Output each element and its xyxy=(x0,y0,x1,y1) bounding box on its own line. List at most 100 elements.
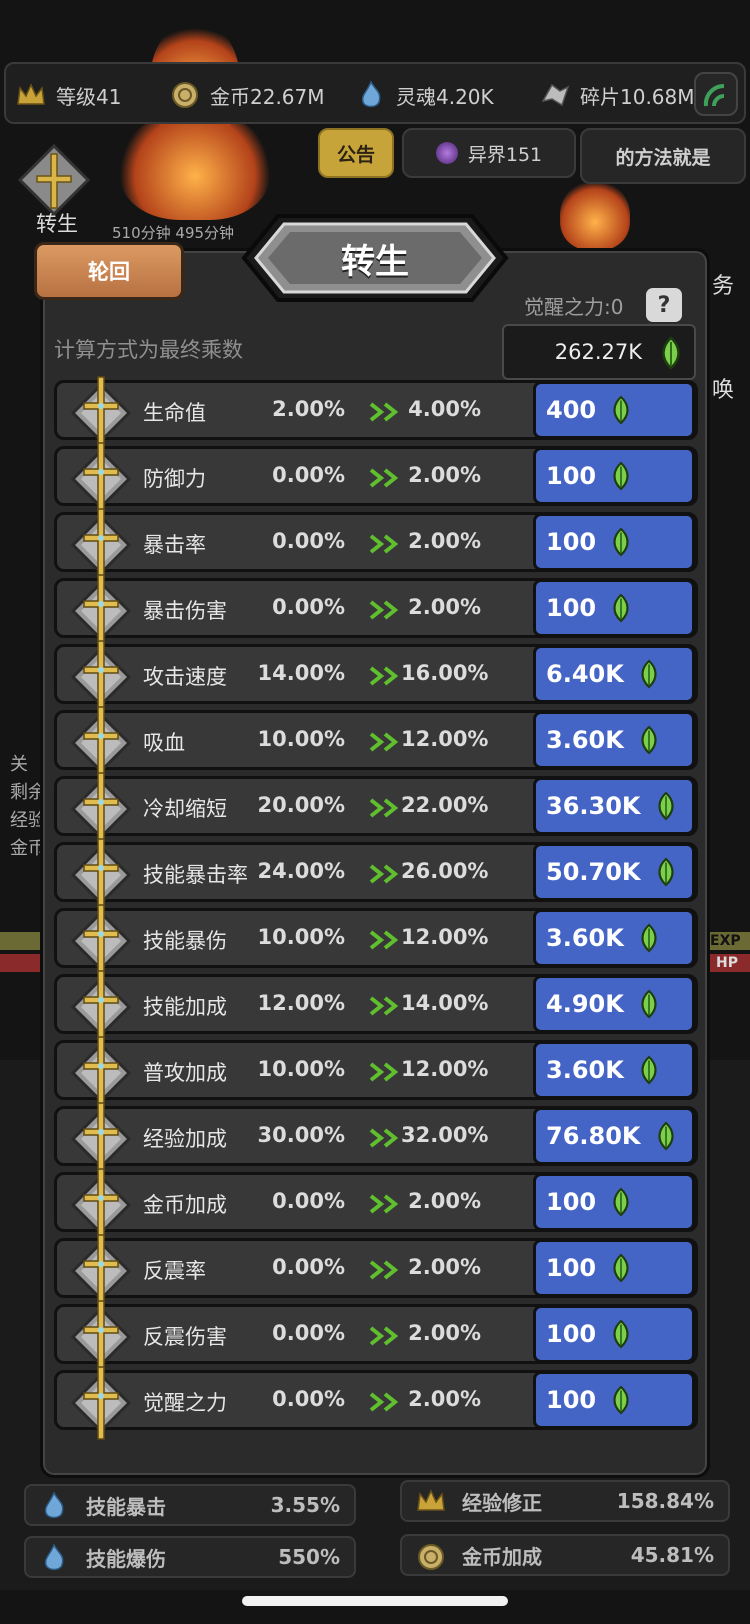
upgrade-cost: 3.60K xyxy=(546,924,624,952)
bottom-stat-label: 金币加成 xyxy=(462,1544,542,1569)
green-leaf-gem-icon xyxy=(602,460,634,492)
upgrade-buy-button[interactable]: 3.60K xyxy=(533,711,695,769)
upgrade-current-value: 0.00% xyxy=(272,1321,345,1345)
method-button[interactable]: 的方法就是 xyxy=(580,128,746,184)
upgrade-row: 技能暴伤 10.00% 12.00% 3.60K xyxy=(54,904,698,978)
upgrade-buy-button[interactable]: 100 xyxy=(533,1239,695,1297)
upgrade-buy-button[interactable]: 50.70K xyxy=(533,843,695,901)
double-chevron-right-icon xyxy=(369,1391,403,1413)
total-currency: 262.27K xyxy=(502,324,696,380)
coin-icon xyxy=(168,78,202,112)
notice-label: 公告 xyxy=(336,143,375,166)
upgrade-buy-button[interactable]: 36.30K xyxy=(533,777,695,835)
upgrade-name: 攻击速度 xyxy=(143,665,227,689)
cross-emblem-icon xyxy=(63,1299,139,1375)
upgrade-buy-button[interactable]: 100 xyxy=(533,447,695,505)
bottom-stat-exp-correction: 经验修正 158.84% xyxy=(400,1480,730,1522)
upgrade-next-value: 2.00% xyxy=(408,1321,481,1345)
otherworld-label: 异界151 xyxy=(467,143,543,166)
green-leaf-gem-icon xyxy=(647,790,679,822)
modal-title: 转生 xyxy=(341,241,409,282)
upgrade-buy-button[interactable]: 400 xyxy=(533,381,695,439)
upgrade-next-value: 2.00% xyxy=(408,595,481,619)
tab-samsara[interactable]: 轮回 xyxy=(34,242,184,300)
upgrade-name: 反震率 xyxy=(143,1259,206,1283)
info-fragment: 关 xyxy=(10,754,28,775)
upgrade-row: 金币加成 0.00% 2.00% 100 xyxy=(54,1168,698,1242)
upgrade-cost: 100 xyxy=(546,1386,597,1414)
tab-samsara-label: 轮回 xyxy=(88,260,130,284)
upgrade-row: 吸血 10.00% 12.00% 3.60K xyxy=(54,706,698,780)
upgrade-current-value: 0.00% xyxy=(272,529,345,553)
upgrade-cost: 36.30K xyxy=(546,792,641,820)
flame-decoration xyxy=(120,110,270,220)
upgrade-name: 技能加成 xyxy=(143,995,227,1019)
upgrade-cost: 100 xyxy=(546,528,597,556)
otherworld-button[interactable]: 异界151 xyxy=(402,128,576,178)
upgrade-name: 反震伤害 xyxy=(143,1325,227,1349)
upgrade-cost: 100 xyxy=(546,462,597,490)
upgrade-current-value: 0.00% xyxy=(272,1255,345,1279)
upgrade-buy-button[interactable]: 100 xyxy=(533,1305,695,1363)
upgrade-name: 技能暴伤 xyxy=(143,929,227,953)
cross-emblem-icon xyxy=(63,771,139,847)
home-indicator[interactable] xyxy=(242,1596,508,1606)
cross-emblem-icon xyxy=(63,507,139,583)
bottom-stat-label: 技能爆伤 xyxy=(86,1546,166,1571)
upgrade-buy-button[interactable]: 100 xyxy=(533,1173,695,1231)
green-leaf-gem-icon xyxy=(647,856,679,888)
upgrade-buy-button[interactable]: 100 xyxy=(533,513,695,571)
bottom-stat-skill-crit: 技能暴击 3.55% xyxy=(24,1484,356,1526)
upgrade-buy-button[interactable]: 100 xyxy=(533,1371,695,1429)
help-button[interactable]: ? xyxy=(646,288,682,322)
upgrade-buy-button[interactable]: 6.40K xyxy=(533,645,695,703)
bottom-stat-value: 550% xyxy=(278,1545,340,1569)
signal-button[interactable] xyxy=(694,72,738,116)
cross-emblem-icon xyxy=(63,837,139,913)
upgrade-next-value: 12.00% xyxy=(401,727,489,751)
upgrade-next-value: 14.00% xyxy=(401,991,489,1015)
upgrade-current-value: 12.00% xyxy=(257,991,345,1015)
green-leaf-gem-icon xyxy=(602,1186,634,1218)
upgrade-buy-button[interactable]: 4.90K xyxy=(533,975,695,1033)
double-chevron-right-icon xyxy=(369,731,403,753)
upgrade-row: 技能加成 12.00% 14.00% 4.90K xyxy=(54,970,698,1044)
exp-label: EXP xyxy=(710,933,741,949)
upgrade-current-value: 24.00% xyxy=(257,859,345,883)
double-chevron-right-icon xyxy=(369,1325,403,1347)
shard-icon xyxy=(538,78,572,112)
upgrade-cost: 100 xyxy=(546,1254,597,1282)
upgrade-cost: 50.70K xyxy=(546,858,641,886)
green-leaf-gem-icon xyxy=(602,526,634,558)
upgrade-current-value: 30.00% xyxy=(257,1123,345,1147)
upgrade-next-value: 16.00% xyxy=(401,661,489,685)
upgrade-row: 反震伤害 0.00% 2.00% 100 xyxy=(54,1300,698,1374)
bottom-stat-skill-crit-dmg: 技能爆伤 550% xyxy=(24,1536,356,1578)
upgrade-current-value: 10.00% xyxy=(257,727,345,751)
upgrade-buy-button[interactable]: 76.80K xyxy=(533,1107,695,1165)
upgrade-next-value: 12.00% xyxy=(401,1057,489,1081)
upgrade-cost: 4.90K xyxy=(546,990,624,1018)
notice-button[interactable]: 公告 xyxy=(318,128,394,178)
upgrade-cost: 3.60K xyxy=(546,726,624,754)
upgrade-cost: 100 xyxy=(546,1320,597,1348)
upgrade-cost: 76.80K xyxy=(546,1122,641,1150)
upgrade-buy-button[interactable]: 3.60K xyxy=(533,909,695,967)
upgrade-next-value: 2.00% xyxy=(408,1387,481,1411)
upgrade-buy-button[interactable]: 3.60K xyxy=(533,1041,695,1099)
bottom-stat-label: 技能暴击 xyxy=(86,1494,166,1519)
portal-icon xyxy=(435,142,458,164)
cross-emblem-icon xyxy=(63,1233,139,1309)
upgrade-cost: 3.60K xyxy=(546,1056,624,1084)
rebirth-side-label: 转生 xyxy=(36,212,78,236)
upgrade-name: 吸血 xyxy=(143,731,185,755)
cross-emblem-icon xyxy=(63,375,139,451)
shard-stat: 碎片10.68M xyxy=(538,78,695,112)
soul-flame-icon xyxy=(354,78,388,112)
green-leaf-gem-icon xyxy=(602,394,634,426)
upgrade-name: 防御力 xyxy=(143,467,206,491)
double-chevron-right-icon xyxy=(369,533,403,555)
modal-title-banner: 转生 xyxy=(238,208,512,308)
upgrade-buy-button[interactable]: 100 xyxy=(533,579,695,637)
upgrade-current-value: 10.00% xyxy=(257,1057,345,1081)
